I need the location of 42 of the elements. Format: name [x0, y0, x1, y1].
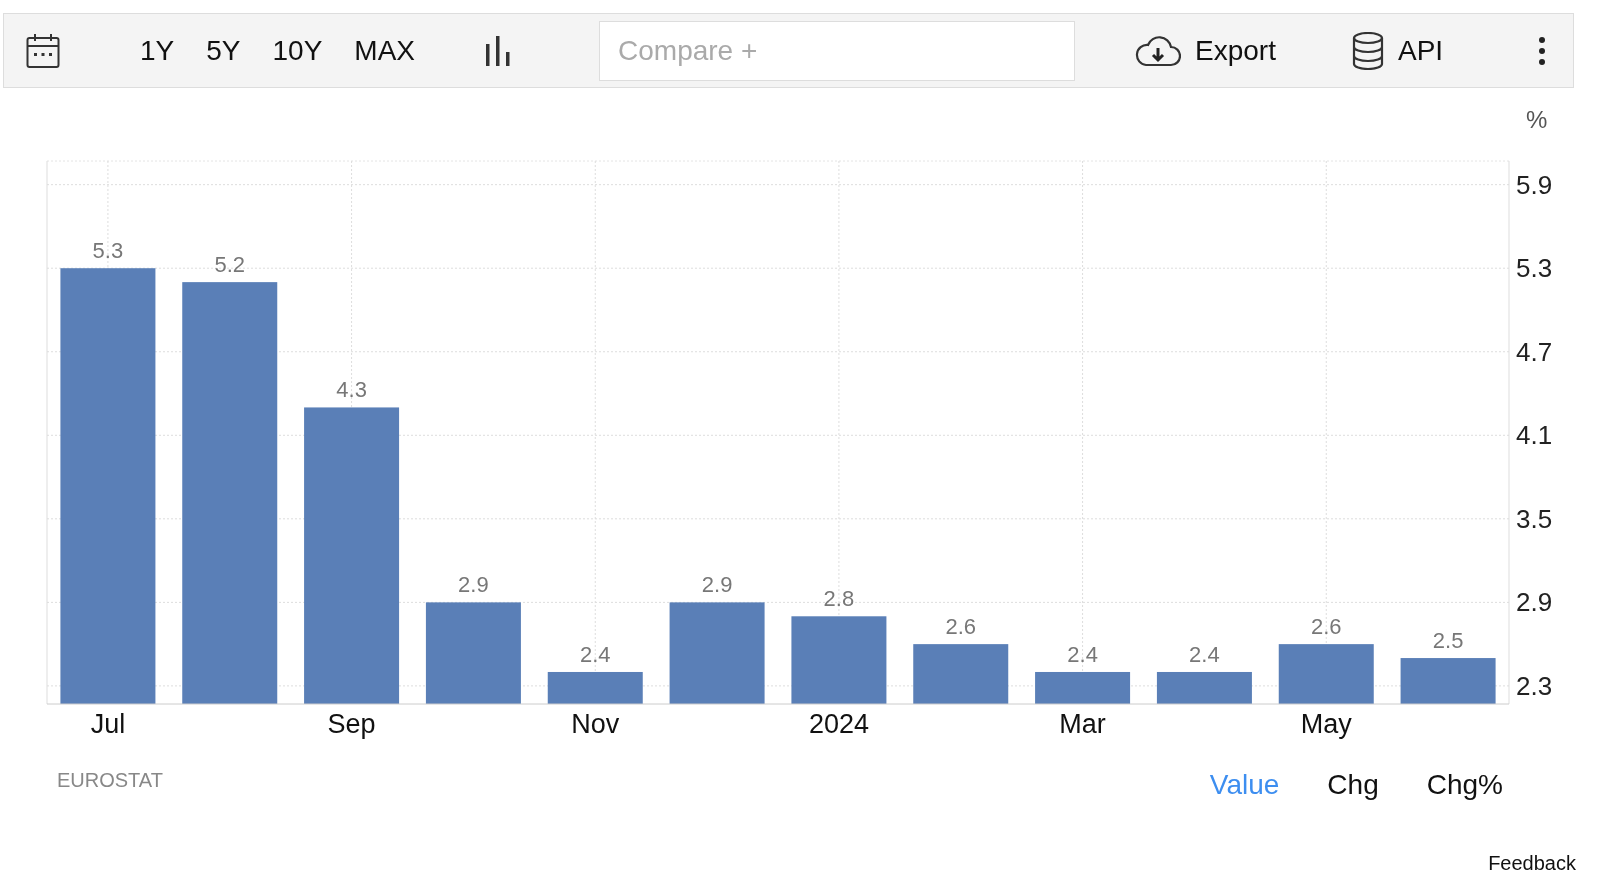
source-label: EUROSTAT [57, 769, 163, 792]
view-mode-tab[interactable]: Chg% [1426, 769, 1503, 801]
view-mode-tab[interactable]: Chg [1327, 769, 1379, 801]
y-axis-label: 5.9 [1516, 169, 1553, 200]
api-button[interactable]: API [1349, 27, 1446, 74]
y-axis-label: 4.7 [1516, 336, 1553, 367]
export-button[interactable]: Export [1133, 30, 1278, 71]
data-label: 2.4 [1067, 642, 1098, 667]
unit-label: % [1526, 106, 1548, 133]
database-icon [1351, 31, 1384, 70]
y-axis-label: 4.1 [1516, 420, 1553, 451]
data-label: 5.3 [92, 238, 124, 264]
y-axis-label: 2.3 [1516, 670, 1553, 701]
x-axis-label: Mar [1059, 709, 1106, 739]
x-axis-label: Nov [571, 709, 620, 739]
time-range-button[interactable]: 1Y [138, 30, 177, 71]
y-axis-label: 3.5 [1516, 503, 1553, 534]
x-axis-label: Sep [327, 709, 376, 739]
compare-field[interactable]: Compare + [599, 20, 1075, 81]
x-axis-label: May [1300, 709, 1352, 739]
feedback-link[interactable]: Feedback [1488, 852, 1576, 875]
data-label: 2.8 [823, 586, 855, 612]
data-label: 2.6 [945, 614, 977, 640]
data-label: 2.4 [579, 642, 611, 667]
data-label: 2.5 [1432, 628, 1464, 654]
y-axis-label: 5.3 [1516, 253, 1553, 284]
data-label: 2.4 [1189, 642, 1220, 667]
time-range-button[interactable]: MAX [352, 30, 417, 71]
y-axis-label: 2.9 [1516, 587, 1553, 618]
time-range-button[interactable]: 10Y [270, 30, 325, 71]
data-label: 5.2 [214, 252, 246, 278]
data-label: 4.3 [336, 377, 367, 403]
data-label: 2.9 [458, 572, 489, 598]
cloud-download-icon [1135, 34, 1181, 67]
calendar-icon[interactable] [26, 32, 60, 69]
time-range-button[interactable]: 5Y [204, 30, 243, 71]
bar-chart-icon[interactable] [483, 35, 513, 66]
more-options-icon[interactable] [1537, 35, 1547, 66]
data-label: 2.9 [701, 572, 733, 598]
x-axis-label: Jul [90, 709, 126, 739]
data-label: 2.6 [1310, 614, 1342, 640]
x-axis-label: 2024 [808, 709, 869, 739]
